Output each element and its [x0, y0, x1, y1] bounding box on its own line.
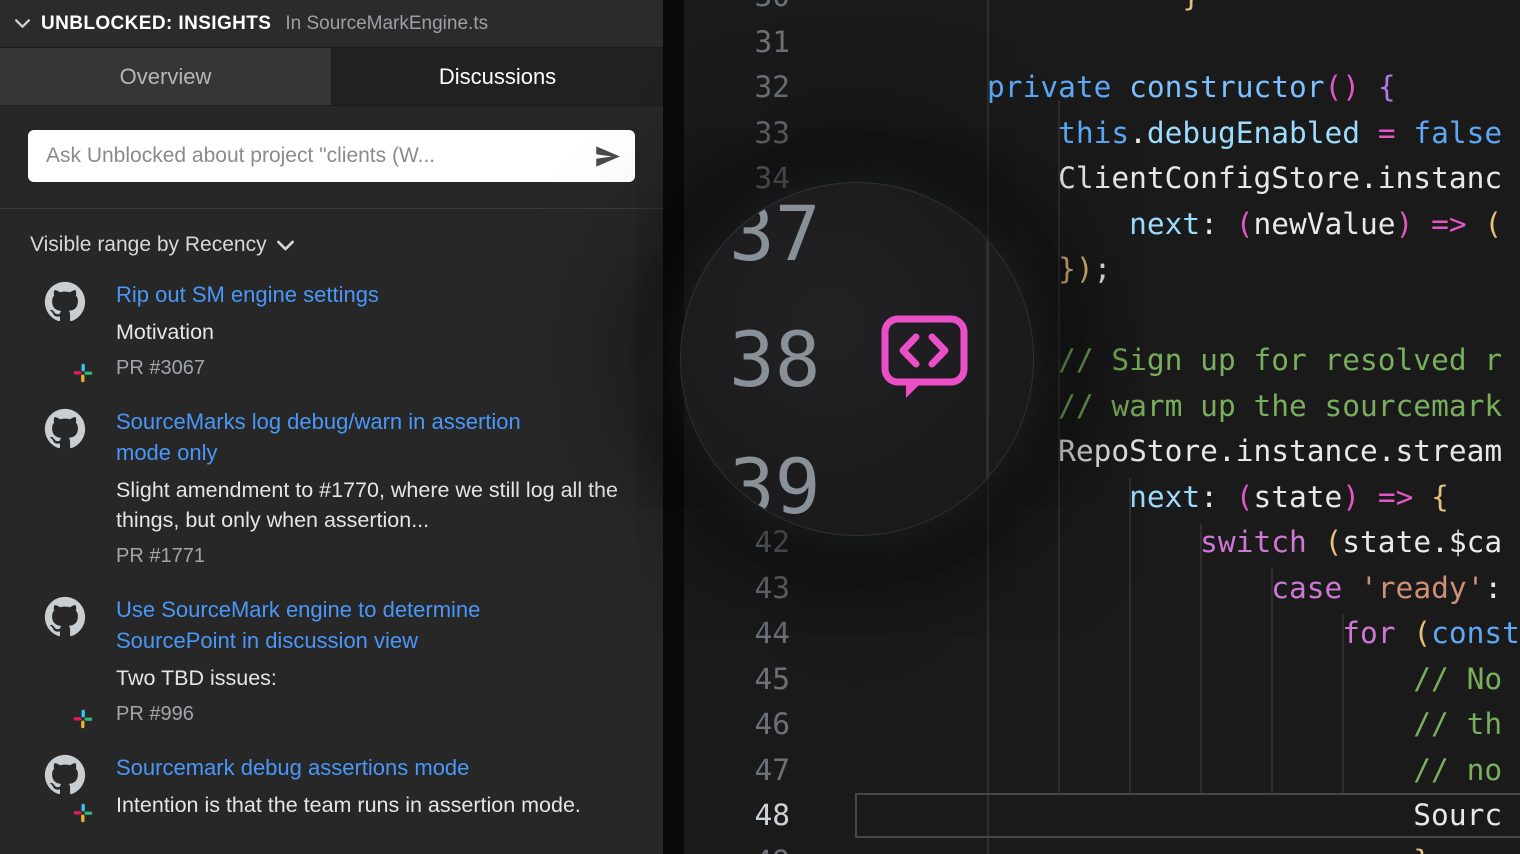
code-line[interactable]: private constructor() { [916, 65, 1520, 111]
discussion-body: Use SourceMark engine to determine Sourc… [116, 594, 663, 726]
discussion-pr-number: PR #1771 [116, 545, 205, 567]
discussion-pr-number: PR #3067 [116, 357, 205, 379]
discussion-body: SourceMarks log debug/warn in assertion … [116, 406, 663, 568]
github-icon [44, 596, 86, 637]
line-number: 32 [754, 70, 790, 104]
discussion-item[interactable]: Use SourceMark engine to determine Sourc… [44, 594, 663, 729]
discussion-body: Sourcemark debug assertions mode Intentio… [116, 752, 663, 820]
line-number: 43 [754, 570, 790, 605]
ask-section [0, 106, 663, 209]
app-window: UNBLOCKED: INSIGHTS In SourceMarkEngine.… [0, 0, 1520, 854]
tab-overview[interactable]: Overview [0, 48, 332, 105]
panel-title: UNBLOCKED: INSIGHTS [41, 12, 272, 34]
line-number: 44 [754, 616, 790, 650]
magnified-line-numbers: 37 38 39 [729, 183, 821, 535]
ask-input-box [28, 130, 635, 182]
send-icon [596, 145, 620, 167]
code-line[interactable]: // no [916, 748, 1520, 794]
discussion-title-link[interactable]: SourceMarks log debug/warn in assertion … [116, 406, 546, 468]
discussion-source-icons [44, 279, 93, 383]
code-line[interactable]: ClientConfigStore.instanc [916, 156, 1520, 202]
code-line[interactable]: Sourc [916, 793, 1520, 839]
code-line[interactable]: for (const [916, 611, 1520, 657]
line-number: 31 [754, 24, 790, 59]
magnified-line-number: 39 [729, 441, 821, 531]
code-line[interactable]: this.debugEnabled = false [916, 111, 1520, 157]
tab-discussions[interactable]: Discussions [332, 48, 663, 105]
code-line[interactable]: case 'ready': [916, 566, 1520, 612]
github-icon [44, 281, 86, 322]
line-number: 45 [754, 661, 790, 696]
line-number: 48 [754, 798, 790, 832]
code-line[interactable]: next: (newValue) => ( [916, 202, 1520, 248]
discussion-title-link[interactable]: Use SourceMark engine to determine Sourc… [116, 594, 546, 656]
discussions-list: Rip out SM engine settings Motivation PR #… [0, 267, 663, 823]
line-number: 33 [754, 115, 790, 150]
discussion-snippet: Slight amendment to #1770, where we stil… [116, 478, 618, 532]
chevron-down-icon [276, 236, 295, 255]
discussion-title-link[interactable]: Rip out SM engine settings [116, 279, 546, 310]
insights-panel: UNBLOCKED: INSIGHTS In SourceMarkEngine.… [0, 0, 663, 854]
slack-icon [73, 709, 93, 729]
code-line[interactable]: } [916, 0, 1520, 20]
indent-guide-magnified [986, 183, 989, 535]
code-line[interactable] [916, 20, 1520, 66]
send-button[interactable] [594, 143, 621, 170]
discussion-item[interactable]: Rip out SM engine settings Motivation PR #… [44, 279, 663, 383]
github-icon [44, 754, 86, 795]
filter-dropdown[interactable]: Visible range by Recency [0, 209, 663, 267]
discussion-source-icons [44, 406, 88, 568]
code-line[interactable]: // th [916, 702, 1520, 748]
ask-input[interactable] [44, 143, 584, 169]
slack-icon [73, 803, 93, 823]
discussion-pr-number: PR #996 [116, 703, 194, 725]
discussion-snippet: Intention is that the team runs in asser… [116, 793, 581, 817]
github-icon [44, 408, 86, 449]
magnifier-lens: 37 38 39 [680, 182, 1034, 536]
filter-label: Visible range by Recency [30, 233, 267, 256]
panel-context-file: In SourceMarkEngine.ts [285, 12, 489, 34]
line-number: 46 [754, 707, 790, 741]
slack-icon [73, 363, 93, 383]
discussion-body: Rip out SM engine settings Motivation PR #… [116, 279, 663, 380]
discussion-source-icons [44, 594, 93, 729]
discussion-item[interactable]: SourceMarks log debug/warn in assertion … [44, 406, 663, 568]
line-number: 49 [684, 839, 790, 854]
panel-collapse-chevron-icon[interactable] [14, 15, 31, 32]
code-discussion-icon[interactable] [877, 313, 971, 406]
magnified-line-number: 38 [729, 315, 821, 405]
code-line[interactable]: } [916, 839, 1520, 854]
code-line[interactable]: switch (state.$ca [916, 520, 1520, 566]
code-line[interactable]: // No [916, 657, 1520, 703]
magnified-line-number: 37 [729, 188, 821, 278]
panel-header: UNBLOCKED: INSIGHTS In SourceMarkEngine.… [0, 0, 663, 48]
discussion-title-link[interactable]: Sourcemark debug assertions mode [116, 752, 546, 783]
discussion-snippet: Two TBD issues: [116, 666, 277, 690]
discussion-item[interactable]: Sourcemark debug assertions mode Intentio… [44, 752, 663, 823]
line-number: 47 [754, 752, 790, 787]
code-line[interactable]: next: (state) => { [916, 475, 1520, 521]
discussion-snippet: Motivation [116, 320, 214, 344]
panel-tabs: Overview Discussions [0, 48, 663, 106]
discussion-source-icons [44, 752, 93, 823]
line-number: 30 [684, 0, 790, 20]
